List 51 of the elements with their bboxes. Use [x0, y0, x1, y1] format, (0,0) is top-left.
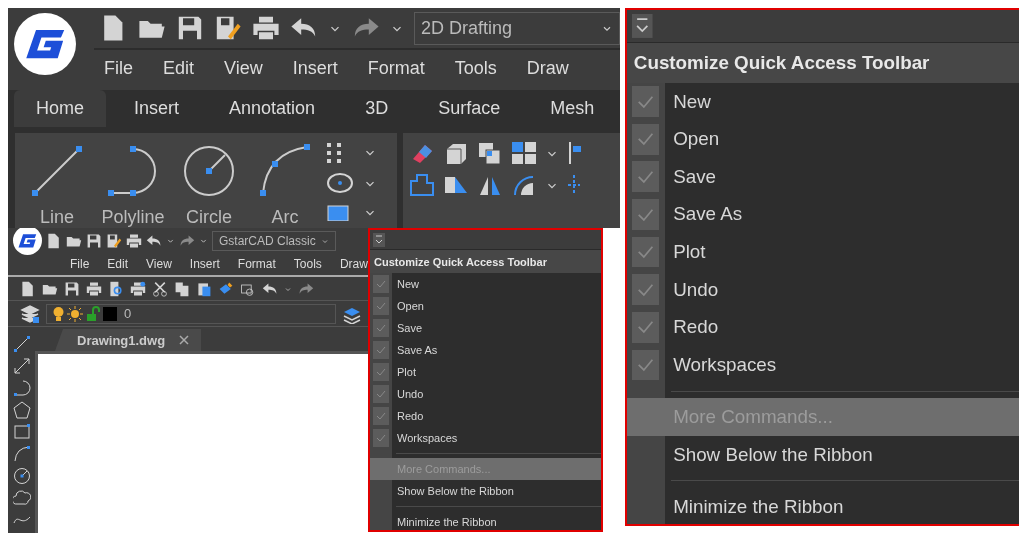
draw-tool-button[interactable]: Circle — [173, 141, 245, 228]
menu-bar-item[interactable]: File — [104, 58, 133, 79]
menu-item[interactable]: Save — [370, 317, 601, 339]
menu-item[interactable]: Show Below the Ribbon — [627, 435, 1019, 474]
menu-item[interactable]: Save As — [627, 195, 1019, 234]
menu-item[interactable]: Show Below the Ribbon — [370, 480, 601, 502]
ribbon-tab[interactable]: Annotation — [207, 90, 338, 127]
menu-item[interactable]: Redo — [370, 405, 601, 427]
layer-dropdown[interactable]: 0 — [46, 303, 336, 324]
menu-title: Customize Quick Access Toolbar — [627, 43, 1019, 83]
menu-item[interactable]: Minimize the Ribbon — [627, 488, 1019, 524]
menu-item[interactable]: Minimize the Ribbon — [370, 511, 601, 530]
menu-title: Customize Quick Access Toolbar — [370, 250, 601, 273]
menu-bar-item[interactable]: Tools — [293, 257, 322, 271]
menu-item[interactable]: Plot — [627, 233, 1019, 271]
menu-bar-item[interactable]: Insert — [189, 257, 220, 271]
menu-bar-item[interactable]: Draw — [526, 58, 569, 79]
menu-bar-item[interactable]: Insert — [292, 58, 338, 79]
menu-item[interactable]: Plot — [370, 361, 601, 383]
workspace-dropdown[interactable]: GstarCAD Classic — [212, 230, 336, 251]
menu-bar-item[interactable]: Tools — [454, 58, 497, 79]
menu-item[interactable]: Undo — [370, 383, 601, 405]
ribbon-tab[interactable]: Home — [14, 90, 106, 127]
ribbon-tab[interactable]: Insert — [112, 90, 202, 127]
ribbon-tab[interactable]: Mesh — [528, 90, 617, 127]
menu-item[interactable]: Workspaces — [370, 427, 601, 449]
menu-bar-item[interactable]: Edit — [107, 257, 129, 271]
menu-bar-item[interactable]: Format — [367, 58, 425, 79]
draw-tool-button[interactable]: Line — [21, 141, 93, 228]
menu-bar-item[interactable]: Edit — [163, 58, 195, 79]
menu-item[interactable]: New — [370, 273, 601, 295]
layer-name: 0 — [124, 306, 132, 321]
menu-item[interactable]: Redo — [627, 308, 1019, 347]
ribbon-tab[interactable]: 3D — [343, 90, 411, 127]
draw-tool-button[interactable]: Arc — [249, 141, 321, 228]
document-tab[interactable]: Drawing1.dwg — [55, 329, 202, 351]
menu-bar-item[interactable]: File — [70, 257, 90, 271]
menu-item[interactable]: Open — [627, 120, 1019, 159]
menu-bar-item[interactable]: View — [146, 257, 172, 271]
menu-item[interactable]: Open — [370, 295, 601, 317]
menu-item[interactable]: Workspaces — [627, 346, 1019, 384]
menu-bar-item[interactable]: Format — [237, 257, 276, 271]
menu-bar-item[interactable]: Draw — [339, 257, 368, 271]
workspace-dropdown[interactable]: 2D Drafting — [414, 11, 620, 45]
ribbon-tab[interactable]: Surface — [416, 90, 523, 127]
menu-item[interactable]: Save — [627, 158, 1019, 196]
menu-bar-item[interactable]: View — [224, 58, 263, 79]
menu-item[interactable]: Undo — [627, 270, 1019, 309]
menu-item[interactable]: New — [627, 82, 1019, 121]
draw-tool-button[interactable]: Polyline — [97, 141, 169, 228]
menu-item[interactable]: Save As — [370, 339, 601, 361]
